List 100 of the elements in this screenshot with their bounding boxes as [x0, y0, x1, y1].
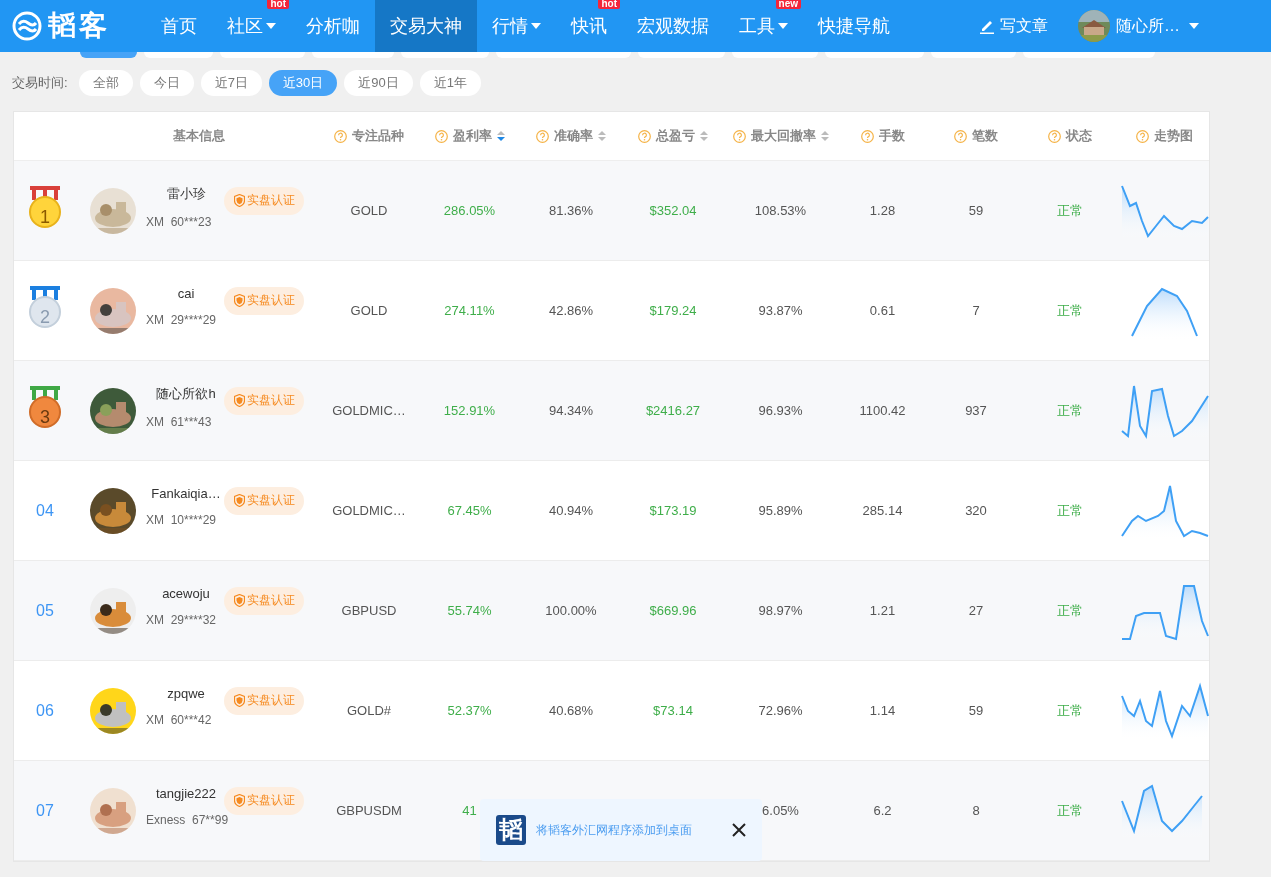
filter-chip[interactable] — [144, 52, 213, 58]
trader-name[interactable]: tangjie222 — [156, 786, 216, 801]
symbol-cell: GOLDMIC… — [332, 403, 406, 418]
filter-chip[interactable] — [931, 52, 1016, 58]
time-filter-chip[interactable]: 近7日 — [200, 70, 262, 96]
shield-icon — [234, 594, 245, 607]
nav-item[interactable]: 工具 — [724, 12, 803, 40]
filter-chip[interactable] — [732, 52, 818, 58]
filter-chip[interactable] — [80, 52, 137, 58]
pencil-icon — [980, 18, 994, 34]
time-filter-chip[interactable]: 近1年 — [419, 70, 482, 96]
nav-item[interactable]: 快讯 — [556, 12, 622, 40]
rank-number: 05 — [36, 601, 54, 620]
sort-icon[interactable] — [700, 130, 708, 142]
time-filter-chip[interactable]: 全部 — [78, 70, 133, 96]
time-filter-chip[interactable]: 近30日 — [268, 70, 338, 96]
nav-item[interactable]: 宏观数据 — [622, 12, 724, 40]
trades-cell: 8 — [972, 803, 980, 818]
nav-item[interactable]: 行情 — [477, 12, 556, 40]
symbol-cell: GOLD# — [346, 703, 392, 718]
filter-chip[interactable] — [312, 52, 394, 58]
trader-name[interactable]: cai — [177, 286, 195, 301]
column-header: 总盈亏 — [656, 127, 695, 145]
column-header: 专注品种 — [352, 127, 404, 145]
filter-chip[interactable] — [220, 52, 305, 58]
account-text: XM 29****29 — [146, 313, 217, 327]
logo-text[interactable]: 韬客 — [48, 7, 110, 45]
time-filter-chip[interactable]: 今日 — [139, 70, 194, 96]
time-filter-chip[interactable]: 近90日 — [344, 70, 413, 96]
filter-chip[interactable] — [401, 52, 489, 58]
status-cell: 正常 — [1057, 801, 1083, 820]
nav-item[interactable]: 交易大神 — [375, 0, 477, 52]
write-article-link[interactable]: 写文章 — [980, 0, 1048, 52]
sort-icon[interactable] — [820, 130, 829, 142]
shield-icon — [234, 394, 245, 407]
lots-cell: 1.28 — [869, 203, 896, 218]
verified-badge: 实盘认证 — [224, 786, 304, 815]
account-text: XM 61***43 — [146, 414, 212, 429]
app-logo: 韬 — [496, 815, 526, 845]
filter-chip[interactable] — [638, 52, 725, 58]
nav-item[interactable]: 快捷导航 — [803, 12, 905, 40]
profit-rate-cell: 41 — [462, 803, 477, 818]
nav-badge: hot — [267, 0, 289, 9]
symbol-cell: GBPUSD — [341, 603, 397, 618]
status-cell: 正常 — [1057, 601, 1083, 620]
install-prompt[interactable]: 将韬客外汇网程序添加到桌面 — [536, 821, 732, 839]
nav-item[interactable]: 社区 — [212, 12, 291, 40]
filter-chip[interactable] — [1023, 52, 1155, 58]
verified-badge: 实盘认证 — [224, 286, 304, 315]
trader-name[interactable]: zpqwe — [167, 686, 205, 701]
trader-name[interactable]: acewoju — [162, 586, 210, 601]
nav-item[interactable]: 首页 — [146, 12, 212, 40]
symbol-cell: GBPUSDM — [336, 803, 402, 818]
user-name[interactable]: 随心所… — [1116, 15, 1180, 37]
symbol-cell: GOLDMIC… — [332, 503, 406, 518]
rank-number: 07 — [36, 801, 54, 820]
drawdown-cell: 95.89% — [758, 503, 803, 518]
column-header: 状态 — [1066, 127, 1092, 145]
nav-item[interactable]: 分析咖 — [291, 12, 375, 40]
profit-rate-cell: 152.91% — [443, 403, 496, 418]
total-profit-cell: $73.14 — [653, 703, 693, 718]
profit-rate-cell: 286.05% — [443, 203, 496, 218]
filter-chip[interactable] — [496, 52, 631, 58]
total-profit-cell: $179.24 — [649, 303, 697, 318]
lots-cell: 1.14 — [869, 703, 896, 718]
profit-rate-cell: 67.45% — [447, 503, 492, 518]
trades-cell: 59 — [968, 703, 984, 718]
status-cell: 正常 — [1057, 201, 1083, 220]
account-text: XM 10****29 — [146, 513, 217, 527]
lots-cell: 1.21 — [869, 603, 896, 618]
symbol-cell: GOLD — [350, 203, 388, 218]
total-profit-cell: $2416.27 — [645, 403, 701, 418]
caret-icon — [1189, 23, 1199, 29]
column-header: 走势图 — [1154, 127, 1193, 145]
profit-rate-cell: 274.11% — [444, 303, 495, 318]
trades-cell: 320 — [965, 503, 987, 518]
trades-cell: 59 — [968, 203, 984, 218]
status-cell: 正常 — [1057, 701, 1083, 720]
trader-name[interactable]: 雷小珍 — [166, 184, 206, 203]
shield-icon — [234, 694, 245, 707]
accuracy-cell: 40.68% — [548, 703, 594, 718]
account-text: Exness 67**99 — [146, 813, 229, 827]
drawdown-cell: 108.53% — [754, 203, 807, 218]
trades-cell: 7 — [972, 303, 980, 318]
trader-name[interactable]: Fankaiqia… — [151, 486, 221, 501]
verified-badge: 实盘认证 — [224, 186, 304, 215]
sort-icon[interactable] — [598, 130, 606, 142]
column-header: 手数 — [878, 127, 905, 145]
trader-name[interactable]: 随心所欲h — [156, 384, 216, 403]
shield-icon — [234, 494, 245, 507]
lots-cell: 1100.42 — [859, 403, 906, 418]
rank-number: 04 — [36, 501, 54, 520]
sort-icon[interactable] — [496, 130, 505, 142]
symbol-cell: GOLD — [350, 303, 388, 318]
column-header: 准确率 — [554, 127, 593, 145]
filter-chip[interactable] — [825, 52, 924, 58]
lots-cell: 285.14 — [862, 503, 903, 518]
filter-label: 交易时间: — [12, 74, 68, 92]
column-header: 基本信息 — [172, 127, 225, 145]
close-icon[interactable] — [732, 823, 746, 837]
